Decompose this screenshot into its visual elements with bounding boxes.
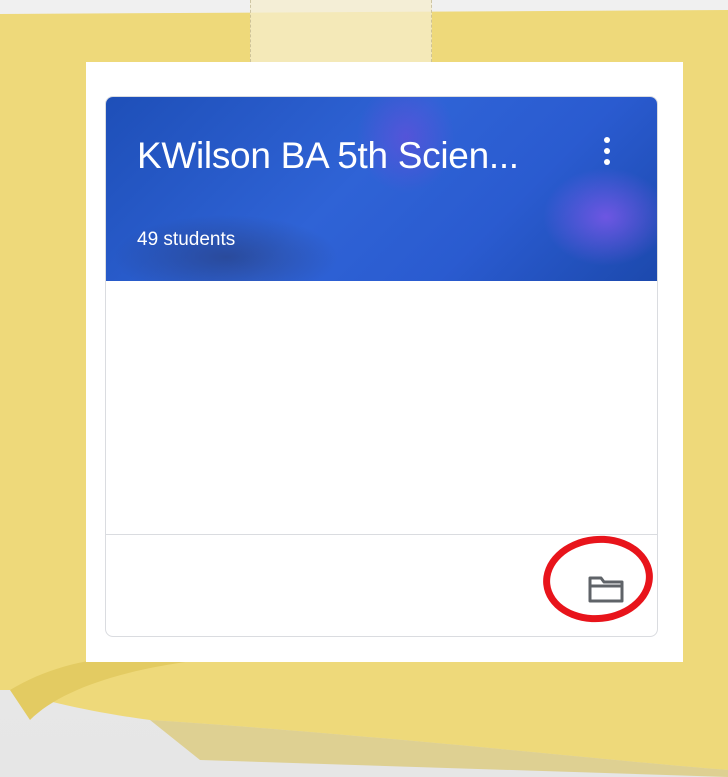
menu-dot xyxy=(604,137,610,143)
tape-strip xyxy=(250,0,432,62)
student-count: 49 students xyxy=(137,229,236,250)
menu-dot xyxy=(604,159,610,165)
class-title[interactable]: KWilson BA 5th Scien... xyxy=(137,135,557,177)
class-banner[interactable]: KWilson BA 5th Scien... 49 students xyxy=(106,97,657,281)
more-vert-icon[interactable] xyxy=(592,131,622,171)
menu-dot xyxy=(604,148,610,154)
